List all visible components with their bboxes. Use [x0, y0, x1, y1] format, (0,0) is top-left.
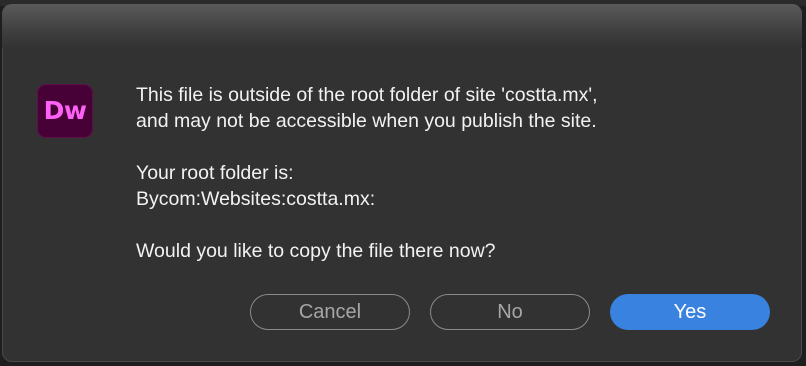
yes-button[interactable]: Yes [610, 294, 770, 330]
app-icon-label: Dw [43, 96, 87, 125]
screen: Dw This file is outside of the root fold… [0, 0, 806, 366]
no-button[interactable]: No [430, 294, 590, 330]
root-folder-label: Your root folder is: [136, 162, 294, 184]
dialog-titlebar [2, 4, 802, 48]
copy-question: Would you like to copy the file there no… [136, 240, 496, 262]
alert-dialog: Dw This file is outside of the root fold… [2, 4, 802, 362]
message-line-2: and may not be accessible when you publi… [136, 110, 597, 132]
dreamweaver-app-icon: Dw [37, 84, 93, 138]
root-folder-path: Bycom:Websites:costta.mx: [136, 188, 376, 210]
message-line-1: This file is outside of the root folder … [136, 84, 598, 106]
dialog-message: This file is outside of the root folder … [136, 82, 776, 264]
cancel-button[interactable]: Cancel [250, 294, 410, 330]
